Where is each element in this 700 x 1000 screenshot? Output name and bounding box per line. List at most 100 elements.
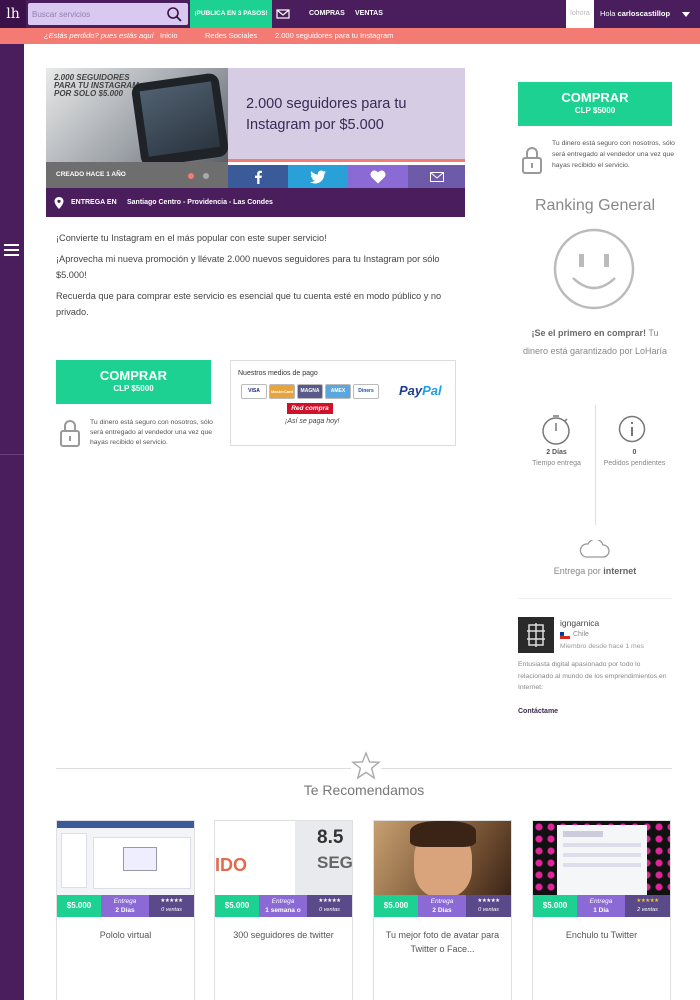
description-paragraph: ¡Aprovecha mi nueva promoción y llévate …	[56, 254, 440, 280]
smiley-icon	[553, 228, 635, 310]
buy-button-sidebar[interactable]: COMPRAR CLP $5000	[518, 82, 672, 126]
delivery-mode: Entrega por internet	[518, 566, 672, 576]
favorite-button[interactable]	[348, 165, 408, 188]
recommendation-image[interactable]	[57, 821, 194, 895]
publish-button[interactable]: ¡PUBLICA EN 3 PASOS!	[190, 0, 272, 28]
recommendation-card[interactable]: $5.000 Entrega 2 Días ★★★★★ 0 ventas Polol…	[56, 820, 195, 1000]
messages-icon[interactable]	[276, 7, 290, 21]
created-prefix: CREADO HACE	[56, 171, 105, 178]
heart-icon	[370, 170, 386, 183]
user-box[interactable]: lohora	[566, 0, 594, 28]
recommendation-title[interactable]: Pololo virtual	[63, 928, 188, 942]
carousel-dot-active[interactable]	[188, 173, 194, 179]
recommendation-image[interactable]	[533, 821, 670, 895]
sales-count: 0 ventas	[478, 907, 499, 913]
chevron-down-icon[interactable]	[682, 12, 690, 17]
search-input[interactable]	[28, 3, 158, 25]
first-buyer-text: ¡Se el primero en comprar! Tu dinero est…	[518, 324, 672, 360]
twitter-icon	[310, 170, 326, 183]
secure-payment-note: Tu dinero está seguro con nosotros, sólo…	[552, 140, 675, 169]
mail-icon	[429, 171, 444, 182]
recommendation-title[interactable]: Tu mejor foto de avatar para Twitter o F…	[380, 928, 505, 956]
seller-since: Miembro desde hace 1 mes	[560, 643, 644, 650]
pending-orders-value: 0	[632, 449, 637, 456]
top-bar: lh ¡PUBLICA EN 3 PASOS! COMPRAS VENTAS l…	[0, 0, 700, 28]
user-menu[interactable]: Hola carloscastillop	[596, 0, 700, 28]
delivery-label: Entrega	[113, 898, 137, 905]
delivery-label: ENTREGA EN	[71, 199, 117, 206]
payment-title: Nuestros medios de pago	[238, 370, 318, 377]
created-value: 1 AÑO	[106, 171, 126, 178]
recommendation-bar: $5.000 Entrega 2 Días ★★★★★ 0 ventas	[57, 895, 194, 917]
delivery-value: 1 semana o	[265, 907, 301, 914]
recommendation-card[interactable]: $5.000 Entrega 1 Día ★★★★★ 2 ventas Enchul…	[532, 820, 671, 1000]
service-image[interactable]: 2.000 SEGUIDORES PARA TU INSTAGRAM POR S…	[46, 68, 230, 168]
breadcrumb-redes-sociales[interactable]: Redes Sociales	[205, 28, 257, 44]
logo[interactable]: lh	[0, 0, 26, 28]
paypal-logo-b: Pal	[422, 383, 442, 398]
first-buyer-bold: ¡Se el primero en comprar!	[531, 328, 647, 338]
nav-compras[interactable]: COMPRAS	[309, 0, 345, 28]
recommendation-card[interactable]: $5.000 Entrega 2 Días ★★★★★ 0 ventas Tu me…	[373, 820, 512, 1000]
search-icon[interactable]	[166, 6, 182, 22]
recommendation-title[interactable]: Enchulo tu Twitter	[539, 928, 664, 942]
buy-button[interactable]: COMPRAR CLP $5000	[56, 360, 211, 404]
lock-icon	[522, 147, 542, 174]
carousel-dot[interactable]	[203, 173, 209, 179]
paypal-logo-a: Pay	[399, 383, 423, 398]
rating-stars: ★★★★★	[636, 898, 659, 904]
menu-icon[interactable]	[4, 244, 19, 256]
rating-stars: ★★★★★	[160, 898, 183, 904]
rating-stars: ★★★★★	[318, 898, 341, 904]
magna-logo: MAGNA	[297, 384, 323, 399]
nav-ventas[interactable]: VENTAS	[355, 0, 383, 28]
chile-flag-icon	[560, 632, 570, 639]
breadcrumb-inicio[interactable]: Inicio	[160, 28, 178, 44]
share-twitter-button[interactable]	[288, 165, 348, 188]
buy-label: COMPRAR	[99, 368, 168, 383]
delivery-value: 2 Días	[115, 907, 135, 914]
share-facebook-button[interactable]	[228, 165, 288, 188]
sales-count: 2 ventas	[637, 907, 658, 913]
recommendation-image[interactable]	[374, 821, 511, 895]
recommendation-rating: ★★★★★ 2 ventas	[625, 895, 670, 917]
recommendation-delivery: Entrega 2 Días	[101, 895, 149, 917]
delivery-places: Santiago Centro - Providencia - Las Cond…	[127, 199, 273, 206]
recommendation-price: $5.000	[533, 895, 577, 917]
sidebar	[0, 44, 24, 1000]
recommendation-rating: ★★★★★ 0 ventas	[466, 895, 511, 917]
recommendation-price: $5.000	[374, 895, 418, 917]
image-text-logo: IDO	[215, 855, 248, 875]
recommendation-image[interactable]: 8.5 SEG IDO	[215, 821, 352, 895]
share-email-button[interactable]	[408, 165, 465, 188]
seller-avatar[interactable]	[518, 617, 554, 653]
seller-name[interactable]: igngarnica	[560, 618, 599, 628]
recommendation-title[interactable]: 300 seguidores de twitter	[221, 928, 346, 942]
delivery-value: 2 Días	[432, 907, 452, 914]
description-paragraph: ¡Convierte tu Instagram en el más popula…	[56, 233, 327, 243]
contact-seller-link[interactable]: Contáctame	[518, 708, 558, 715]
created-ago: CREADO HACE 1 AÑO	[46, 162, 228, 188]
image-text-word: SEG	[317, 853, 352, 872]
delivery-label: Entrega	[430, 898, 454, 905]
sales-count: 0 ventas	[161, 907, 182, 913]
description-paragraph: Recuerda que para comprar este servicio …	[56, 291, 442, 317]
recommendation-rating: ★★★★★ 0 ventas	[149, 895, 194, 917]
recommendation-delivery: Entrega 1 Día	[577, 895, 625, 917]
delivery-label: Entrega	[589, 898, 613, 905]
service-stats: 2 Días Tiempo entrega 0 Pedidos pendient…	[518, 405, 672, 525]
buy-label: COMPRAR	[561, 90, 629, 105]
delivery-mode-prefix: Entrega por	[553, 566, 601, 576]
delivery-zone-bar: ENTREGA EN Santiago Centro - Providencia…	[46, 188, 465, 217]
payment-tagline: ¡Así se paga hoy!	[285, 418, 340, 425]
recommendation-card[interactable]: 8.5 SEG IDO $5.000 Entrega 1 semana o ★★★…	[214, 820, 353, 1000]
recommendation-price: $5.000	[57, 895, 101, 917]
sidebar-divider	[0, 454, 24, 455]
amex-logo: AMEX	[325, 384, 351, 399]
service-title: 2.000 seguidores para tu Instagram por $…	[246, 96, 407, 133]
rating-stars: ★★★★★	[477, 898, 500, 904]
breadcrumb-current: 2.000 seguidores para tu Instagram	[275, 31, 394, 40]
search-box	[28, 3, 188, 25]
service-image-text: 2.000 SEGUIDORES PARA TU INSTAGRAM POR S…	[54, 73, 139, 98]
visa-logo: VISA	[241, 384, 267, 399]
